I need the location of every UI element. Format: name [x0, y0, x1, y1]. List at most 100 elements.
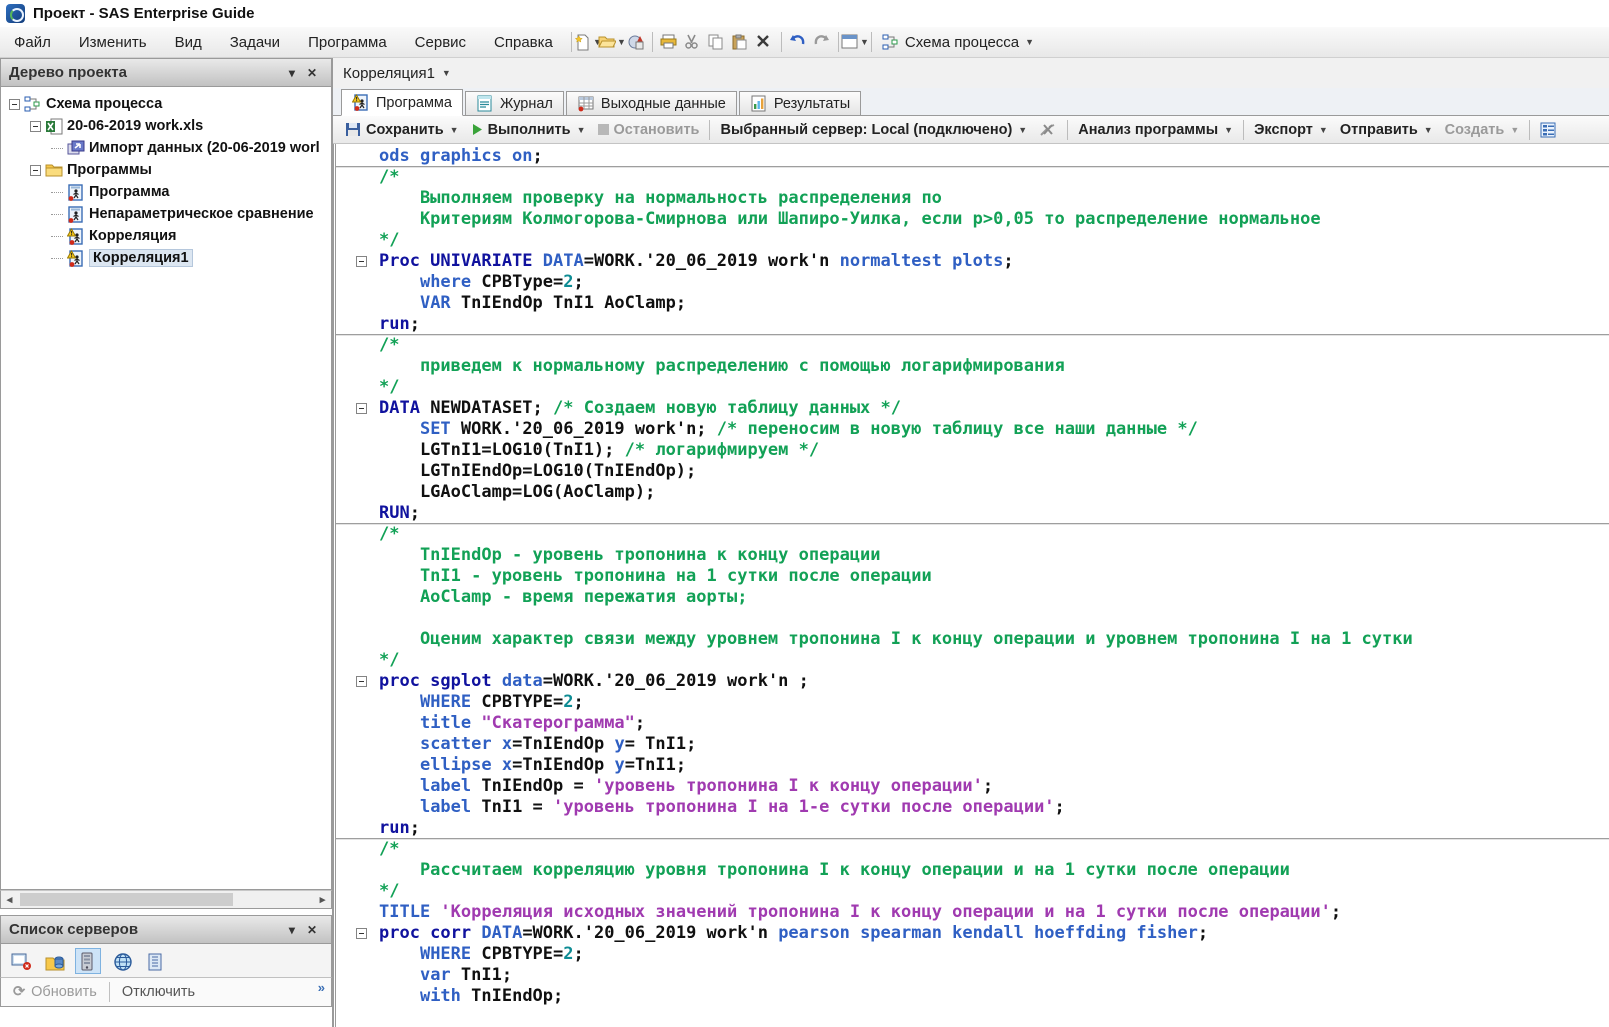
code-line-1[interactable]: ods graphics on; — [336, 146, 1609, 167]
save-button[interactable]: Сохранить ▼ — [339, 122, 465, 138]
code-line-32[interactable]: label TnI1 = 'уровень тропонина I на 1-е… — [336, 797, 1609, 818]
collapse-icon[interactable] — [30, 121, 41, 132]
code-line-41[interactable]: with TnIEndOp; — [336, 986, 1609, 1007]
fold-collapse-icon[interactable] — [356, 403, 367, 414]
code-line-37[interactable]: TITLE 'Корреляция исходных значений троп… — [336, 902, 1609, 923]
more-buttons-chevron[interactable]: » — [318, 980, 325, 995]
run-button[interactable]: Выполнить ▼ — [465, 122, 592, 138]
panel-menu-icon[interactable]: ▾ — [283, 923, 301, 937]
code-line-33[interactable]: run; — [336, 818, 1609, 839]
code-line-19[interactable]: /* — [336, 524, 1609, 545]
document-title-dropdown-icon[interactable]: ▼ — [442, 68, 451, 78]
code-line-13[interactable]: DATA NEWDATASET; /* Создаем новую таблиц… — [336, 398, 1609, 419]
tree-node-6[interactable]: Корреляция — [1, 225, 331, 247]
files-view-button[interactable] — [143, 948, 169, 974]
tree-horizontal-scrollbar[interactable]: ◂ ▸ — [0, 890, 332, 909]
code-line-17[interactable]: LGAoClamp=LOG(AoClamp); — [336, 482, 1609, 503]
menu-item-0[interactable]: Файл — [0, 27, 65, 57]
collapse-icon[interactable] — [9, 99, 20, 110]
tree-node-4[interactable]: Программа — [1, 181, 331, 203]
program-code-editor[interactable]: ods graphics on;/* Выполняем проверку на… — [333, 144, 1609, 1027]
code-line-12[interactable]: */ — [336, 377, 1609, 398]
send-button[interactable]: Отправить ▼ — [1334, 122, 1439, 138]
code-line-20[interactable]: TnIEndOp - уровень тропонина к концу опе… — [336, 545, 1609, 566]
tree-node-2[interactable]: Импорт данных (20-06-2019 worl — [1, 137, 331, 159]
code-line-26[interactable]: proc sgplot data=WORK.'20_06_2019 work'n… — [336, 671, 1609, 692]
code-line-14[interactable]: SET WORK.'20_06_2019 work'n; /* переноси… — [336, 419, 1609, 440]
code-line-31[interactable]: label TnIEndOp = 'уровень тропонина I к … — [336, 776, 1609, 797]
open-folder-button[interactable]: ▼ — [600, 31, 624, 53]
properties-icon[interactable] — [1534, 122, 1562, 138]
code-line-10[interactable]: /* — [336, 335, 1609, 356]
window-layout-button[interactable]: ▼ — [843, 31, 867, 53]
refresh-button[interactable]: ⟳ Обновить — [1, 978, 109, 1006]
disconnect-server-icon[interactable] — [1033, 123, 1063, 137]
code-line-22[interactable]: AoClamp - время пережатия аорты; — [336, 587, 1609, 608]
code-line-11[interactable]: приведем к нормальному распределению с п… — [336, 356, 1609, 377]
code-line-36[interactable]: */ — [336, 881, 1609, 902]
code-line-4[interactable]: Критериям Колмогорова-Смирнова или Шапир… — [336, 209, 1609, 230]
code-line-21[interactable]: TnI1 - уровень тропонина на 1 сутки посл… — [336, 566, 1609, 587]
code-line-35[interactable]: Рассчитаем корреляцию уровня тропонина I… — [336, 860, 1609, 881]
fold-collapse-icon[interactable] — [356, 676, 367, 687]
code-line-39[interactable]: WHERE CPBTYPE=2; — [336, 944, 1609, 965]
code-line-15[interactable]: LGTnI1=LOG10(TnI1); /* логарифмируем */ — [336, 440, 1609, 461]
libraries-view-button[interactable] — [41, 948, 67, 974]
code-line-40[interactable]: var TnI1; — [336, 965, 1609, 986]
tree-node-3[interactable]: Программы — [1, 159, 331, 181]
undo-button[interactable] — [786, 31, 810, 53]
menu-item-1[interactable]: Изменить — [65, 27, 161, 57]
panel-close-icon[interactable]: ✕ — [301, 66, 323, 80]
servers-view-button[interactable] — [75, 948, 101, 974]
tree-node-5[interactable]: Непараметрическое сравнение — [1, 203, 331, 225]
menu-item-3[interactable]: Задачи — [216, 27, 294, 57]
create-button[interactable]: Создать ▼ — [1439, 122, 1526, 138]
export-button[interactable]: Экспорт ▼ — [1248, 122, 1334, 138]
menu-item-5[interactable]: Сервис — [401, 27, 480, 57]
update-data-button[interactable] — [624, 31, 648, 53]
code-line-16[interactable]: LGTnIEndOp=LOG10(TnIEndOp); — [336, 461, 1609, 482]
cut-button[interactable] — [681, 31, 705, 53]
disconnect-button[interactable]: Отключить — [110, 978, 207, 1006]
tab-3[interactable]: Результаты — [739, 91, 861, 115]
code-line-18[interactable]: RUN; — [336, 503, 1609, 524]
code-line-30[interactable]: ellipse x=TnIEndOp y=TnI1; — [336, 755, 1609, 776]
tab-2[interactable]: Выходные данные — [566, 91, 737, 115]
analyze-program-button[interactable]: Анализ программы ▼ — [1072, 122, 1239, 138]
code-line-6[interactable]: Proc UNIVARIATE DATA=WORK.'20_06_2019 wo… — [336, 251, 1609, 272]
code-line-9[interactable]: run; — [336, 314, 1609, 335]
code-line-8[interactable]: VAR TnIEndOp TnI1 AoClamp; — [336, 293, 1609, 314]
code-line-23[interactable] — [336, 608, 1609, 629]
code-line-2[interactable]: /* — [336, 167, 1609, 188]
tab-1[interactable]: Журнал — [465, 91, 564, 115]
copy-button[interactable] — [705, 31, 729, 53]
code-line-3[interactable]: Выполняем проверку на нормальность распр… — [336, 188, 1609, 209]
code-line-29[interactable]: scatter x=TnIEndOp y= TnI1; — [336, 734, 1609, 755]
tasks-view-button[interactable] — [7, 948, 33, 974]
code-line-34[interactable]: /* — [336, 839, 1609, 860]
code-line-38[interactable]: proc corr DATA=WORK.'20_06_2019 work'n p… — [336, 923, 1609, 944]
panel-close-icon[interactable]: ✕ — [301, 923, 323, 937]
code-line-27[interactable]: WHERE CPBTYPE=2; — [336, 692, 1609, 713]
tab-0[interactable]: Программа — [341, 89, 463, 116]
process-flow-selector[interactable]: Схема процесса ▼ — [876, 34, 1040, 51]
redo-button[interactable] — [810, 31, 834, 53]
panel-menu-icon[interactable]: ▾ — [283, 66, 301, 80]
tree-node-1[interactable]: 20-06-2019 work.xls — [1, 115, 331, 137]
fold-collapse-icon[interactable] — [356, 256, 367, 267]
menu-item-2[interactable]: Вид — [161, 27, 216, 57]
menu-item-4[interactable]: Программа — [294, 27, 401, 57]
scroll-left-icon[interactable]: ◂ — [1, 893, 18, 906]
code-line-28[interactable]: title "Скатерограмма"; — [336, 713, 1609, 734]
new-document-button[interactable]: ▼ — [576, 31, 600, 53]
menu-item-6[interactable]: Справка — [480, 27, 567, 57]
code-line-5[interactable]: */ — [336, 230, 1609, 251]
tree-node-0[interactable]: Схема процесса — [1, 93, 331, 115]
scrollbar-thumb[interactable] — [20, 893, 233, 906]
network-view-button[interactable] — [109, 948, 135, 974]
stop-button[interactable]: Остановить — [592, 122, 706, 138]
code-line-7[interactable]: where CPBType=2; — [336, 272, 1609, 293]
code-line-25[interactable]: */ — [336, 650, 1609, 671]
server-selector[interactable]: Выбранный сервер: Local (подключено) ▼ — [714, 122, 1033, 138]
delete-button[interactable] — [753, 31, 777, 53]
